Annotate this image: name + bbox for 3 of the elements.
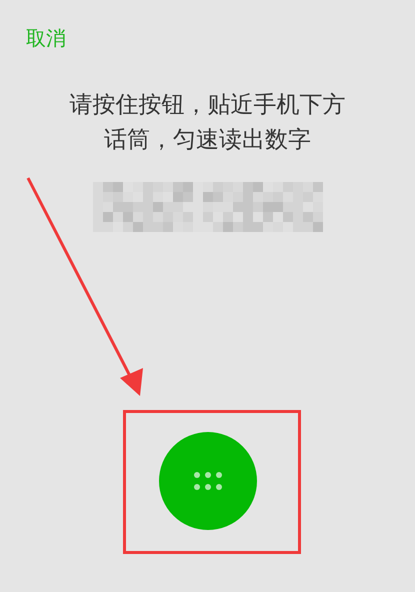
dots-icon (194, 472, 222, 490)
cancel-link[interactable]: 取消 (26, 26, 66, 50)
instruction-text: 请按住按钮，贴近手机下方话筒，匀速读出数字 (68, 91, 346, 155)
